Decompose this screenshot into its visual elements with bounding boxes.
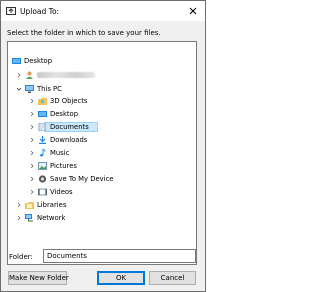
tree-item-pictures[interactable]: Pictures	[8, 161, 196, 171]
chevron-right-icon[interactable]	[29, 163, 35, 169]
tree-item-music[interactable]: Music	[8, 148, 196, 158]
instruction-text: Select the folder in which to save your …	[7, 29, 161, 37]
tree-item-desktop-root[interactable]: Desktop	[8, 56, 196, 66]
3d-objects-icon	[38, 98, 47, 105]
tree-item-documents[interactable]: Documents	[8, 122, 196, 132]
tree-item-libraries[interactable]: Libraries	[8, 200, 196, 210]
tree-item-save-to-my-device[interactable]: Save To My Device	[8, 174, 196, 184]
app-icon	[6, 7, 16, 15]
cancel-button[interactable]: Cancel	[149, 271, 196, 285]
network-icon	[25, 214, 33, 222]
pictures-icon	[38, 162, 47, 170]
chevron-right-icon[interactable]	[29, 137, 35, 143]
tree-item-3d-objects[interactable]: 3D Objects	[8, 96, 196, 106]
tree-item-network[interactable]: Network	[8, 213, 196, 223]
chevron-right-icon[interactable]	[16, 72, 22, 78]
folder-label: Folder:	[9, 253, 33, 261]
user-icon	[26, 71, 33, 79]
chevron-right-icon[interactable]	[29, 176, 35, 182]
close-icon[interactable]	[186, 5, 200, 17]
documents-icon	[38, 123, 46, 131]
tree-item-this-pc[interactable]: This PC	[8, 84, 196, 94]
chevron-right-icon[interactable]	[29, 111, 35, 117]
chevron-right-icon[interactable]	[16, 202, 22, 208]
device-icon	[38, 175, 47, 183]
tree-item-videos[interactable]: Videos	[8, 187, 196, 197]
tree-item-downloads[interactable]: Downloads	[8, 135, 196, 145]
title-bar: Upload To:	[1, 1, 205, 21]
chevron-right-icon[interactable]	[29, 189, 35, 195]
tree-item-user[interactable]	[8, 70, 196, 80]
libraries-icon	[25, 202, 34, 209]
desktop-icon	[12, 58, 21, 64]
download-icon	[39, 136, 46, 144]
user-name-blurred	[37, 72, 95, 78]
upload-dialog: Upload To: Select the folder in which to…	[0, 0, 206, 292]
computer-icon	[25, 85, 34, 93]
videos-icon	[38, 188, 47, 196]
chevron-right-icon[interactable]	[29, 150, 35, 156]
desktop-icon	[38, 111, 47, 117]
dialog-title: Upload To:	[20, 7, 60, 16]
chevron-right-icon[interactable]	[29, 98, 35, 104]
chevron-down-icon[interactable]	[16, 86, 22, 92]
make-new-folder-button[interactable]: Make New Folder	[8, 271, 69, 285]
chevron-right-icon[interactable]	[16, 215, 22, 221]
music-icon	[40, 149, 46, 157]
chevron-right-icon[interactable]	[29, 124, 35, 130]
tree-item-desktop[interactable]: Desktop	[8, 109, 196, 119]
folder-tree[interactable]: Desktop This PC 3D Objects Desktop Docum…	[7, 41, 197, 265]
folder-input[interactable]	[43, 249, 196, 263]
ok-button[interactable]: OK	[97, 271, 145, 285]
